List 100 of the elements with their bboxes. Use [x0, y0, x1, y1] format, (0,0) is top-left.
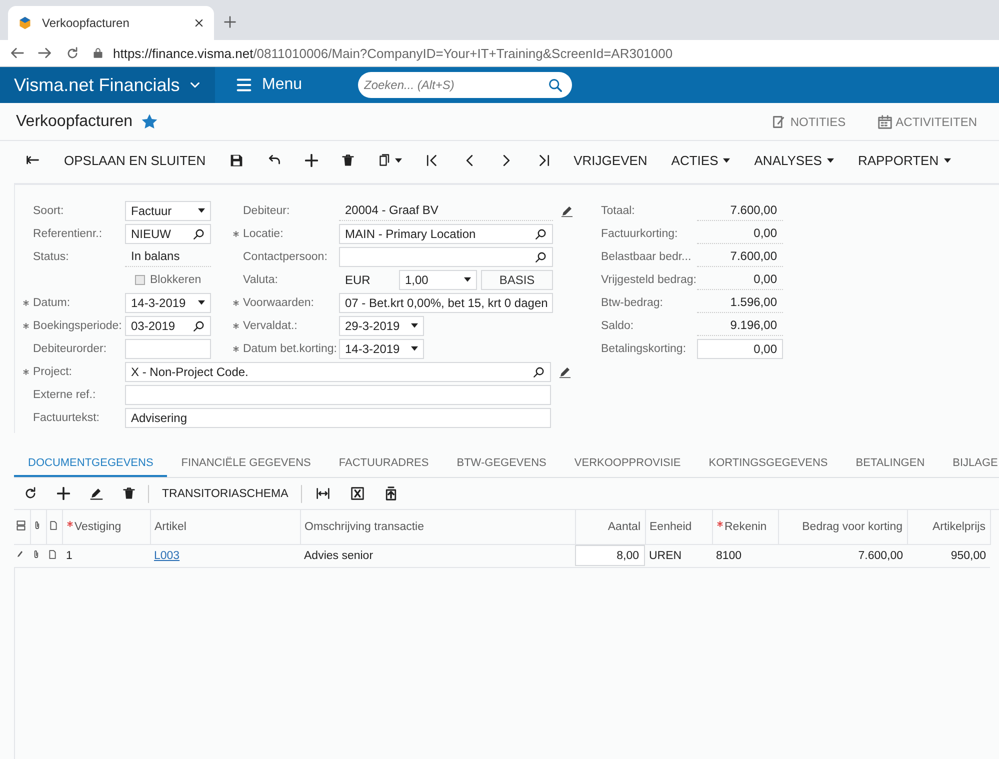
column-header[interactable]: Rekenin — [712, 510, 778, 544]
field-label: Soort: — [33, 204, 65, 216]
tab[interactable]: BIJLAGE — [938, 451, 999, 477]
lookup-field[interactable]: 03-2019 — [125, 316, 211, 336]
field-label: Vrijgesteld bedrag: — [601, 274, 697, 286]
notes-button[interactable]: NOTITIES — [766, 114, 852, 130]
caret-icon — [198, 208, 205, 213]
table-cell: 950,00 — [907, 544, 990, 567]
lookup-field[interactable]: X - Non-Project Code. — [125, 362, 551, 382]
favicon-icon — [18, 16, 32, 30]
field-label: Totaal: — [601, 204, 636, 216]
toolbar-button[interactable]: RAPPORTEN — [846, 145, 963, 175]
paperclip-icon — [32, 520, 42, 531]
required-icon — [23, 368, 29, 374]
toolbar-button[interactable]: OPSLAAN EN SLUITEN — [52, 145, 218, 175]
caret-icon — [411, 346, 418, 351]
lookup-field[interactable]: 07 - Bet.krt 0,00%, bet 15, krt 0 dagen — [339, 292, 553, 312]
browser-tab[interactable]: Verkoopfacturen — [8, 6, 214, 40]
tab[interactable]: FINANCIËLE GEGEVENS — [167, 451, 325, 477]
lookup-field[interactable]: NIEUW — [125, 224, 211, 244]
calendar-icon — [878, 114, 892, 128]
dropdown-field[interactable]: Factuur — [125, 200, 211, 220]
search-field[interactable]: Zoeken... (Alt+S) — [358, 72, 572, 98]
field-label: Contactpersoon: — [243, 250, 328, 262]
pencil-icon — [559, 366, 571, 378]
table-cell: 7.600,00 — [778, 544, 907, 567]
column-header[interactable]: Vestiging — [62, 510, 150, 544]
caret-icon — [826, 158, 834, 162]
activities-button[interactable]: ACTIVITEITEN — [872, 114, 983, 130]
page-title: Verkoopfacturen — [16, 112, 133, 130]
field-label: Btw-bedrag: — [601, 296, 664, 308]
dropdown-field[interactable]: 14-3-2019 — [339, 338, 424, 358]
toolbar-button[interactable]: VRIJGEVEN — [562, 145, 660, 175]
dropdown-field[interactable]: 14-3-2019 — [125, 292, 211, 312]
toolbar-button[interactable]: TRANSITORIASCHEMA — [152, 478, 298, 508]
required-icon — [233, 346, 239, 352]
required-icon — [233, 300, 239, 306]
tab[interactable]: BTW-GEGEVENS — [442, 451, 560, 477]
field-label: Locatie: — [243, 228, 284, 240]
column-header[interactable]: Artikelprijs — [907, 510, 990, 544]
refresh-icon — [24, 487, 37, 500]
field-label: Datum bet.korting: — [243, 342, 338, 354]
trash-icon — [123, 487, 135, 500]
required-icon — [716, 520, 722, 527]
basis-button[interactable]: BASIS — [481, 270, 553, 290]
input-field[interactable]: 0,00 — [697, 338, 783, 358]
brand-menu[interactable]: Visma.net Financials — [0, 67, 215, 103]
field-label: Datum: — [33, 296, 72, 308]
column-header[interactable]: Bedrag voor korting — [778, 510, 907, 544]
paperclip-icon — [32, 548, 41, 560]
back-arrow-icon[interactable] — [10, 46, 24, 60]
field-value: 0,00 — [697, 270, 783, 290]
tab[interactable]: VERKOOPPROVISIE — [560, 451, 695, 477]
column-header[interactable]: Eenheid — [645, 510, 712, 544]
dropdown-field[interactable]: 29-3-2019 — [339, 316, 424, 336]
column-header[interactable]: Artikel — [150, 510, 300, 544]
menu-icon — [235, 78, 253, 92]
lookup-field[interactable]: MAIN - Primary Location — [339, 224, 553, 244]
field-label: Debiteurorder: — [33, 342, 108, 354]
field-label: Vervaldat.: — [243, 320, 298, 332]
close-icon[interactable] — [194, 18, 204, 28]
toolbar-button[interactable]: ANALYSES — [742, 145, 846, 175]
checkbox[interactable] — [135, 274, 145, 284]
new-tab-icon[interactable] — [224, 16, 236, 28]
input-field[interactable] — [125, 384, 551, 404]
table-cell: 8100 — [712, 544, 778, 567]
search-icon — [535, 228, 547, 240]
tab[interactable]: FACTUURADRES — [324, 451, 443, 477]
caret-icon — [464, 277, 471, 282]
lookup-field[interactable] — [339, 246, 553, 266]
tab[interactable]: DOCUMENTGEGEVENS — [14, 451, 168, 477]
field-label: Voorwaarden: — [243, 296, 315, 308]
checkbox-label: Blokkeren — [150, 274, 202, 286]
required-icon — [66, 520, 72, 527]
tab[interactable]: BETALINGEN — [842, 451, 939, 477]
input-field[interactable] — [125, 338, 211, 358]
required-icon — [23, 300, 29, 306]
column-header[interactable]: Omschrijving transactie — [300, 510, 575, 544]
menu-button[interactable]: Menu — [215, 76, 358, 94]
trash-icon — [342, 154, 354, 166]
caret-icon — [944, 158, 951, 162]
field-value: 1.596,00 — [697, 292, 783, 312]
rate-dropdown[interactable]: 1,00 — [399, 270, 477, 290]
pencil-icon — [16, 549, 24, 559]
last-page-icon — [536, 154, 550, 166]
forward-arrow-icon[interactable] — [38, 46, 52, 60]
field-label: Belastbaar bedr... — [601, 250, 692, 262]
lock-icon — [93, 47, 103, 59]
column-header[interactable]: Aantal — [575, 510, 645, 544]
item-link[interactable]: L003 — [154, 550, 180, 562]
field-value: 9.196,00 — [697, 316, 783, 336]
input-field[interactable]: Advisering — [125, 408, 551, 428]
browser-tab-title: Verkoopfacturen — [42, 16, 130, 30]
field-value: 0,00 — [697, 224, 783, 244]
tab[interactable]: KORTINGSGEGEVENS — [694, 451, 842, 477]
reload-icon[interactable] — [66, 46, 79, 60]
caret-icon — [723, 158, 730, 162]
toolbar-button[interactable]: ACTIES — [659, 145, 742, 175]
undo-icon — [266, 153, 281, 167]
quantity-input[interactable]: 8,00 — [575, 545, 645, 566]
